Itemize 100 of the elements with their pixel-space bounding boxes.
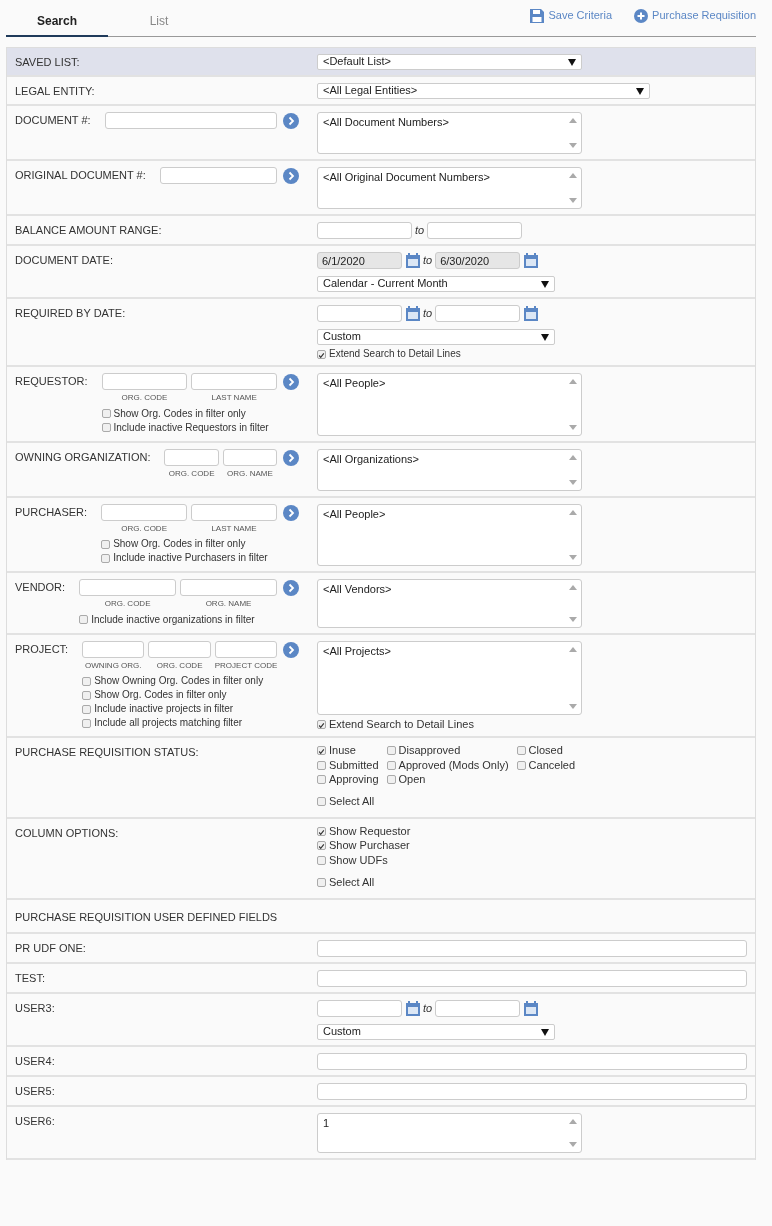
check-icon	[318, 747, 325, 757]
input-field[interactable]	[435, 305, 521, 322]
checkbox[interactable]	[516, 760, 526, 770]
input-field[interactable]	[317, 305, 402, 322]
field-label: VENDOR:	[15, 580, 66, 596]
scroll-up-arrow[interactable]	[569, 1119, 577, 1125]
scroll-up-arrow[interactable]	[569, 646, 577, 652]
tab[interactable]: List	[108, 0, 210, 37]
field-label: USER4:	[15, 1054, 55, 1070]
checkbox[interactable]	[317, 855, 326, 865]
input-field[interactable]	[159, 167, 277, 184]
checkbox[interactable]	[516, 746, 526, 756]
input-field[interactable]	[148, 640, 211, 658]
scroll-down-arrow[interactable]	[569, 1142, 577, 1148]
go-button[interactable]	[283, 580, 299, 597]
checkbox[interactable]	[317, 774, 326, 784]
checkbox[interactable]	[101, 539, 111, 549]
input-field[interactable]	[191, 503, 277, 521]
checkbox-label: Show UDFs	[329, 853, 388, 867]
checkbox[interactable]	[101, 409, 111, 419]
section-heading: PURCHASE REQUISITION USER DEFINED FIELDS	[15, 909, 278, 925]
go-button[interactable]	[283, 449, 299, 466]
checkbox[interactable]	[317, 797, 326, 807]
input-field[interactable]	[317, 1083, 747, 1101]
checkbox-label: Show Org. Codes in filter only	[113, 407, 246, 420]
go-button[interactable]	[283, 113, 299, 129]
dropdown[interactable]: <Default List>	[317, 54, 582, 70]
checkbox[interactable]	[386, 774, 396, 784]
scroll-up-arrow[interactable]	[569, 173, 577, 178]
go-button[interactable]	[283, 374, 299, 390]
input-field[interactable]	[427, 222, 523, 239]
field-label: USER5:	[15, 1084, 55, 1100]
scroll-down-arrow[interactable]	[569, 555, 577, 561]
scroll-down-arrow[interactable]	[569, 479, 577, 485]
scroll-up-arrow[interactable]	[569, 454, 577, 460]
input-field[interactable]	[317, 1000, 402, 1018]
action-link[interactable]: Purchase Requisition	[652, 9, 756, 23]
checkbox[interactable]	[386, 760, 396, 770]
checkbox-label: Approved (Mods Only)	[398, 758, 509, 772]
input-field[interactable]	[82, 640, 145, 658]
dropdown[interactable]: Custom	[317, 329, 555, 345]
input-field[interactable]	[222, 448, 277, 466]
input-field[interactable]	[164, 448, 219, 466]
checkbox[interactable]	[317, 827, 326, 837]
checkbox[interactable]	[386, 746, 396, 756]
checkbox[interactable]	[82, 718, 92, 728]
checkbox[interactable]	[101, 553, 111, 563]
input-field[interactable]	[79, 579, 177, 597]
input-field[interactable]	[101, 373, 188, 390]
checkbox[interactable]	[317, 841, 326, 851]
scroll-down-arrow[interactable]	[569, 616, 577, 622]
go-button[interactable]	[283, 168, 299, 184]
checkbox[interactable]	[82, 676, 92, 686]
scroll-down-arrow[interactable]	[569, 424, 577, 430]
input-field[interactable]	[317, 1053, 747, 1071]
action-link[interactable]: Save Criteria	[548, 9, 613, 23]
scroll-down-arrow[interactable]	[569, 704, 577, 710]
checkbox[interactable]	[317, 720, 326, 730]
scroll-down-arrow[interactable]	[569, 143, 577, 148]
check-icon	[318, 721, 325, 731]
input-field[interactable]	[101, 503, 188, 521]
field-label: BALANCE AMOUNT RANGE:	[15, 223, 162, 238]
input-field[interactable]	[317, 940, 747, 958]
field-label: SAVED LIST:	[15, 55, 80, 70]
caret-icon	[541, 333, 549, 341]
go-button[interactable]	[283, 504, 299, 521]
input-field[interactable]	[180, 579, 277, 597]
checkbox-label: Select All	[329, 794, 375, 809]
scroll-up-arrow[interactable]	[569, 509, 577, 515]
checkbox[interactable]	[317, 877, 326, 887]
dropdown[interactable]: <All Legal Entities>	[317, 83, 650, 99]
checkbox-label: Include inactive projects in filter	[94, 703, 234, 716]
scroll-up-arrow[interactable]	[569, 118, 577, 123]
dropdown[interactable]: Custom	[317, 1024, 555, 1041]
checkbox[interactable]	[79, 615, 89, 625]
check-icon	[318, 350, 325, 360]
checkbox[interactable]	[317, 746, 326, 756]
input-field[interactable]	[317, 970, 747, 988]
input-field[interactable]	[435, 1000, 521, 1018]
input-field[interactable]	[317, 222, 412, 239]
input-field[interactable]	[191, 373, 277, 390]
tab[interactable]: Search	[6, 0, 108, 37]
save-icon[interactable]	[530, 9, 545, 23]
checkbox[interactable]	[82, 704, 92, 714]
scroll-up-arrow[interactable]	[569, 585, 577, 591]
checkbox-label: Include inactive organizations in filter	[91, 613, 255, 626]
scroll-up-arrow[interactable]	[569, 379, 577, 384]
checkbox[interactable]	[101, 423, 111, 433]
add-icon[interactable]	[634, 9, 649, 23]
dropdown[interactable]: Calendar - Current Month	[317, 276, 555, 292]
checkbox-label: Closed	[528, 744, 563, 758]
checkbox[interactable]	[317, 349, 326, 359]
go-button[interactable]	[283, 641, 299, 658]
input-field[interactable]	[104, 112, 277, 129]
field-label: ORIGINAL DOCUMENT #:	[15, 168, 146, 183]
checkbox[interactable]	[82, 690, 92, 700]
checkbox[interactable]	[317, 760, 326, 770]
input-field[interactable]	[214, 640, 277, 658]
scroll-down-arrow[interactable]	[569, 198, 577, 203]
checkbox-label: Disapproved	[398, 744, 461, 758]
